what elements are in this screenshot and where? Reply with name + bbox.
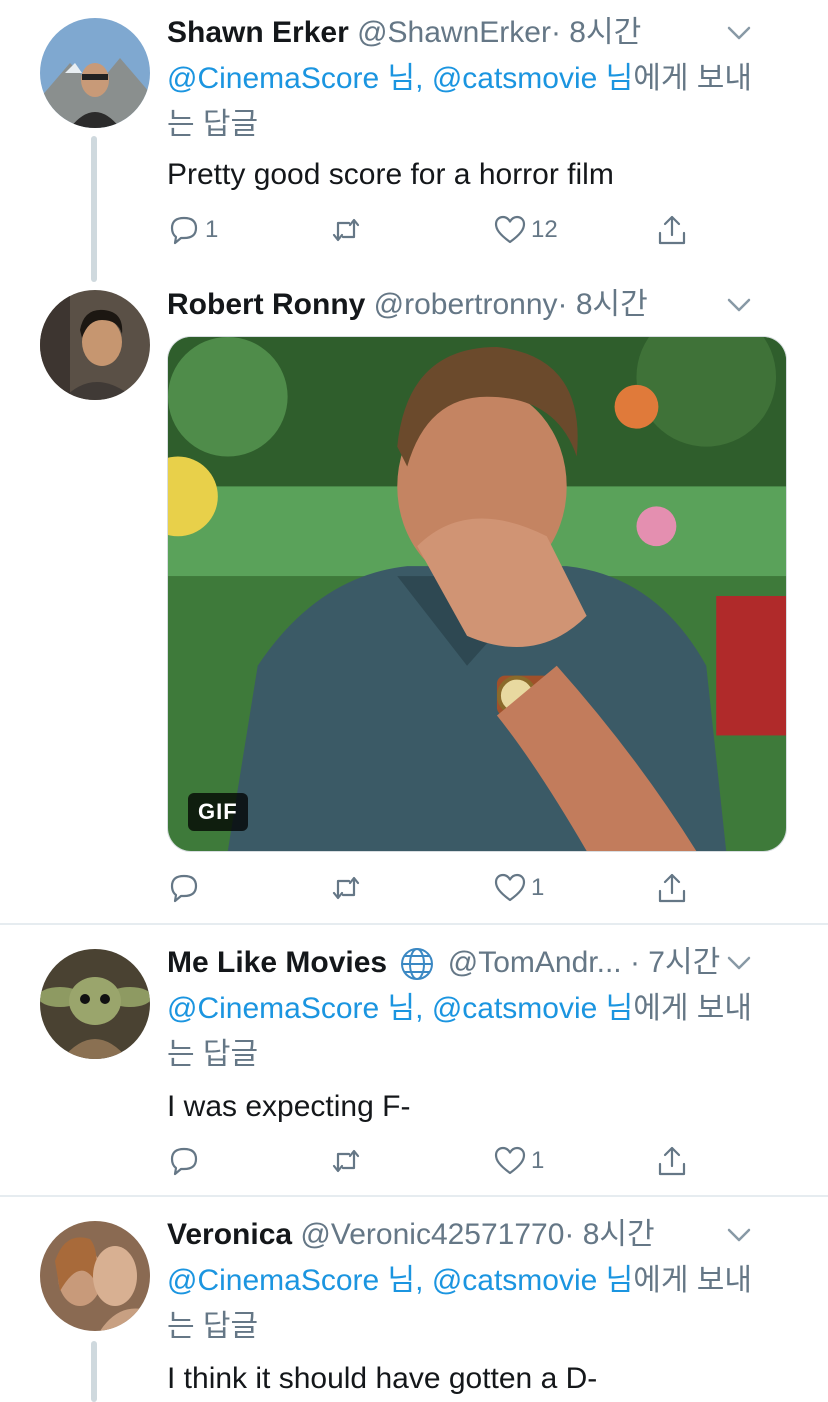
share-icon <box>658 1146 686 1176</box>
retweet-icon <box>332 218 360 242</box>
timestamp[interactable]: · 8시간 <box>558 288 648 321</box>
thread-line <box>91 136 97 282</box>
gif-badge: GIF <box>188 793 248 831</box>
gif-media[interactable]: GIF <box>167 336 787 852</box>
like-count: 1 <box>531 874 545 901</box>
tweet-actions: 1 <box>167 868 727 908</box>
tweet-actions: 1 <box>167 1141 727 1181</box>
timestamp[interactable]: · 8시간 <box>564 1218 654 1251</box>
chevron-down-icon[interactable] <box>726 288 752 322</box>
reply-context-suffix: 에게 보내 <box>633 1264 752 1297</box>
reply-icon <box>170 1147 198 1176</box>
like-button[interactable]: 1 <box>493 868 544 908</box>
avatar[interactable] <box>40 1221 150 1331</box>
heart-icon <box>494 215 526 244</box>
tweet-header: Shawn Erker @ShawnErker· 8시간 <box>167 16 788 50</box>
reply-context-suffix: 는 답글 <box>167 108 259 141</box>
user-handle[interactable]: @TomAndr... <box>448 946 622 979</box>
chevron-down-icon[interactable] <box>726 16 752 50</box>
mention-link[interactable]: @CinemaScore 님, <box>167 992 423 1025</box>
reply-count: 1 <box>205 216 219 243</box>
share-icon <box>658 215 686 245</box>
avatar[interactable] <box>40 949 150 1059</box>
retweet-button[interactable] <box>329 1141 367 1181</box>
timestamp[interactable]: · 7시간 <box>630 946 720 979</box>
heart-icon <box>494 873 526 902</box>
like-button[interactable]: 1 <box>493 1141 544 1181</box>
share-button[interactable] <box>655 210 689 250</box>
globe-icon <box>401 948 434 981</box>
retweet-button[interactable] <box>329 868 367 908</box>
tweet-text: I was expecting F- <box>167 1090 411 1123</box>
tweet-header: Veronica @Veronic42571770· 8시간 <box>167 1218 788 1252</box>
avatar[interactable] <box>40 290 150 400</box>
reply-context-suffix: 에게 보내 <box>633 62 752 95</box>
display-name[interactable]: Veronica <box>167 1218 292 1251</box>
thread-line <box>91 1341 97 1402</box>
like-count: 12 <box>531 216 558 243</box>
mention-link[interactable]: @CinemaScore 님, <box>167 1264 423 1297</box>
like-button[interactable]: 12 <box>493 210 558 250</box>
tweet-me-like-movies[interactable]: Me Like Movies @TomAndr... · 7시간 @Cinema… <box>0 925 828 1195</box>
reply-button[interactable] <box>167 868 205 908</box>
gif-image <box>168 337 786 851</box>
chevron-down-icon[interactable] <box>726 946 752 980</box>
share-button[interactable] <box>655 1141 689 1181</box>
timestamp[interactable]: · 8시간 <box>551 16 641 49</box>
retweet-icon <box>332 1149 360 1173</box>
tweet-text: I think it should have gotten a D- <box>167 1362 598 1395</box>
mention-link[interactable]: @catsmovie 님 <box>432 1264 633 1297</box>
tweet-text: Pretty good score for a horror film <box>167 158 614 191</box>
reply-button[interactable]: 1 <box>167 210 218 250</box>
reply-button[interactable] <box>167 1141 205 1181</box>
reply-context: @CinemaScore 님, @catsmovie 님에게 보내 는 답글 <box>167 56 787 148</box>
tweet-veronica[interactable]: Veronica @Veronic42571770· 8시간 @CinemaSc… <box>0 1197 828 1402</box>
tweet-header: Robert Ronny @robertronny· 8시간 <box>167 288 788 322</box>
tweet-actions: 1 12 <box>167 210 727 250</box>
mention-link[interactable]: @catsmovie 님 <box>432 62 633 95</box>
reply-context-suffix: 는 답글 <box>167 1038 259 1071</box>
user-handle[interactable]: @Veronic42571770 <box>300 1218 564 1251</box>
share-icon <box>658 873 686 903</box>
display-name[interactable]: Shawn Erker <box>167 16 349 49</box>
heart-icon <box>494 1146 526 1175</box>
mention-link[interactable]: @catsmovie 님 <box>432 992 633 1025</box>
retweet-button[interactable] <box>329 210 367 250</box>
chevron-down-icon[interactable] <box>726 1218 752 1252</box>
reply-context-suffix: 는 답글 <box>167 1310 259 1343</box>
reply-icon <box>170 874 198 903</box>
mention-link[interactable]: @CinemaScore 님, <box>167 62 423 95</box>
tweet-robert-ronny[interactable]: Robert Ronny @robertronny· 8시간 GIF 1 <box>0 282 828 924</box>
reply-icon <box>170 216 198 245</box>
avatar[interactable] <box>40 18 150 128</box>
like-count: 1 <box>531 1147 545 1174</box>
reply-context: @CinemaScore 님, @catsmovie 님에게 보내 는 답글 <box>167 986 787 1078</box>
tweet-shawn-erker[interactable]: Shawn Erker @ShawnErker· 8시간 @CinemaScor… <box>0 0 828 282</box>
share-button[interactable] <box>655 868 689 908</box>
reply-context: @CinemaScore 님, @catsmovie 님에게 보내 는 답글 <box>167 1258 787 1350</box>
display-name[interactable]: Robert Ronny <box>167 288 365 321</box>
reply-context-suffix: 에게 보내 <box>633 992 752 1025</box>
retweet-icon <box>332 876 360 900</box>
display-name[interactable]: Me Like Movies <box>167 946 387 979</box>
user-handle[interactable]: @ShawnErker <box>357 16 551 49</box>
tweet-header: Me Like Movies @TomAndr... · 7시간 <box>167 946 788 981</box>
user-handle[interactable]: @robertronny <box>374 288 558 321</box>
